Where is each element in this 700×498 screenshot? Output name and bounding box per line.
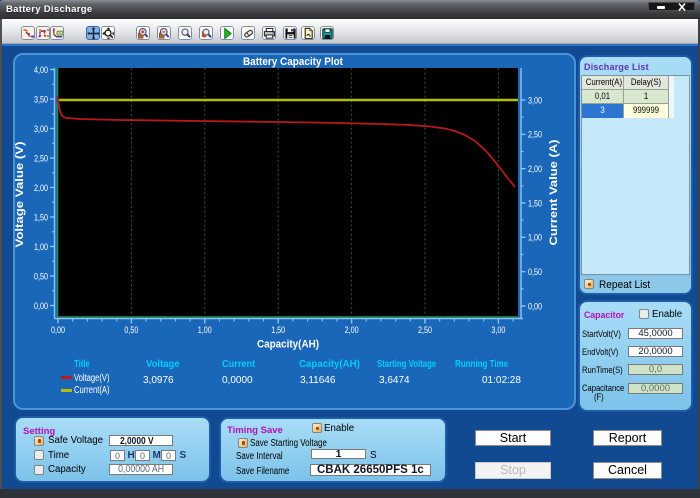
svg-text:0,00: 0,00 [51, 325, 65, 336]
svg-text:1,50: 1,50 [528, 198, 542, 209]
svg-text:1,00: 1,00 [198, 325, 212, 336]
svg-text:Capacity(AH): Capacity(AH) [257, 339, 319, 351]
svg-text:2,50: 2,50 [528, 130, 542, 141]
svg-text:Current Value (A): Current Value (A) [548, 139, 560, 245]
svg-text:0,50: 0,50 [124, 325, 138, 336]
svg-text:3,00: 3,00 [34, 124, 48, 135]
svg-text:2,50: 2,50 [418, 325, 432, 336]
svg-text:1,00: 1,00 [528, 233, 542, 244]
svg-text:0,50: 0,50 [34, 271, 48, 282]
svg-text:3,50: 3,50 [34, 94, 48, 105]
svg-text:1,50: 1,50 [34, 212, 48, 223]
svg-text:3,00: 3,00 [528, 95, 542, 106]
svg-text:0,50: 0,50 [528, 267, 542, 278]
svg-text:2,00: 2,00 [345, 325, 359, 336]
svg-text:3,00: 3,00 [491, 325, 505, 336]
svg-text:Battery Capacity Plot: Battery Capacity Plot [243, 56, 343, 68]
svg-text:1,00: 1,00 [34, 242, 48, 253]
svg-text:0,00: 0,00 [34, 301, 48, 312]
svg-text:2,00: 2,00 [34, 183, 48, 194]
svg-text:1,50: 1,50 [271, 325, 285, 336]
svg-text:Voltage Value (V): Voltage Value (V) [14, 141, 26, 247]
svg-text:2,50: 2,50 [34, 153, 48, 164]
svg-text:4,00: 4,00 [34, 65, 48, 76]
svg-text:2,00: 2,00 [528, 164, 542, 175]
svg-text:0,00: 0,00 [528, 301, 542, 312]
